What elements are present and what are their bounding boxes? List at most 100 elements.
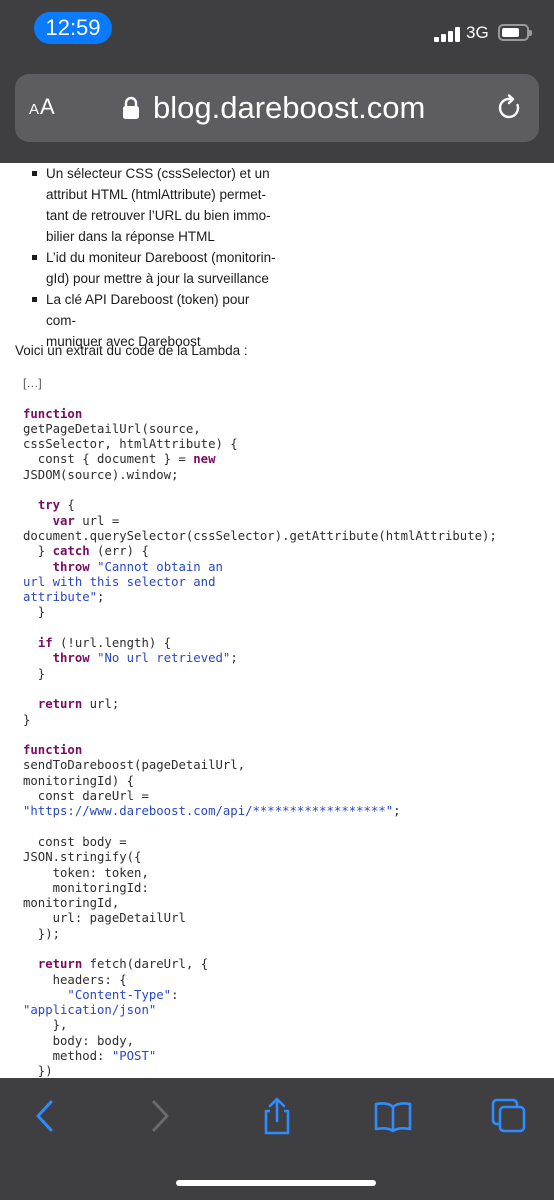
- list-item-line: bilier dans la réponse HTML: [46, 229, 215, 244]
- code-text: JSON.stringify({: [23, 850, 142, 865]
- code-line: token: token,: [23, 866, 553, 881]
- tabs-icon[interactable]: [489, 1096, 529, 1136]
- code-line: attribute";: [23, 590, 553, 605]
- code-keyword: throw: [52, 651, 90, 666]
- code-line: method: "POST": [23, 1049, 553, 1064]
- code-text: :: [171, 987, 179, 1002]
- code-keyword: new: [193, 452, 216, 467]
- code-text: (!url.length) {: [52, 636, 172, 651]
- code-line: throw "No url retrieved";: [23, 651, 553, 666]
- code-text: ;: [230, 651, 238, 666]
- code-line: JSON.stringify({: [23, 850, 553, 865]
- page-content: Un sélecteur CSS (cssSelector) et un attr…: [0, 163, 554, 1078]
- code-text: method:: [23, 1049, 112, 1064]
- code-text: getPageDetailUrl(source,: [23, 421, 201, 436]
- code-line: if (!url.length) {: [23, 636, 553, 651]
- code-line: cssSelector, htmlAttribute) {: [23, 437, 553, 452]
- code-block: […] function getPageDetailUrl(source, cssSe…: [23, 376, 553, 1078]
- code-string: url with this selector and: [23, 574, 216, 589]
- code-line: JSDOM(source).window;: [23, 468, 553, 483]
- code-text: […]: [23, 376, 42, 390]
- code-line: getPageDetailUrl(source,: [23, 422, 553, 437]
- battery-icon: [498, 24, 532, 41]
- code-line: headers: {: [23, 973, 553, 988]
- code-text: ;: [393, 804, 401, 819]
- requirements-list: Un sélecteur CSS (cssSelector) et un attr…: [30, 163, 280, 352]
- code-text: ;: [97, 590, 105, 605]
- code-string: attribute": [23, 590, 98, 605]
- code-text: {: [60, 498, 75, 513]
- back-icon[interactable]: [25, 1096, 65, 1136]
- code-line: body: body,: [23, 1034, 553, 1049]
- code-text: monitoringId:: [23, 880, 149, 895]
- code-text: }: [23, 544, 53, 559]
- reader-options-button[interactable]: AA: [29, 92, 56, 125]
- code-line: var url =: [23, 514, 553, 529]
- code-text: monitoringId,: [23, 896, 120, 911]
- code-string: "POST": [111, 1049, 157, 1064]
- code-line: }: [23, 713, 553, 728]
- code-line: const body =: [23, 835, 553, 850]
- code-keyword: function: [23, 406, 83, 421]
- forward-icon[interactable]: [140, 1096, 180, 1136]
- code-line: },: [23, 1018, 553, 1033]
- code-text: const body =: [23, 834, 127, 849]
- code-line: return url;: [23, 697, 553, 712]
- reload-icon[interactable]: [495, 93, 525, 123]
- code-text: }: [23, 605, 46, 620]
- code-line: function: [23, 407, 553, 422]
- code-line: } catch (err) {: [23, 544, 553, 559]
- code-line: }): [23, 1064, 553, 1078]
- code-line: function: [23, 743, 553, 758]
- code-text: url;: [82, 697, 120, 712]
- code-text: }: [23, 712, 31, 727]
- code-line: const { document } = new: [23, 452, 553, 467]
- code-keyword: return: [37, 697, 83, 712]
- code-string: "application/json": [23, 1003, 157, 1018]
- code-line: "https://www.dareboost.com/api/*********…: [23, 804, 553, 819]
- bookmarks-icon[interactable]: [373, 1096, 413, 1136]
- code-line: "application/json": [23, 1003, 553, 1018]
- url-text[interactable]: blog.dareboost.com: [153, 88, 425, 128]
- code-line: });: [23, 927, 553, 942]
- code-line: […]: [23, 376, 553, 391]
- address-bar[interactable]: AA blog.dareboost.com: [15, 74, 539, 142]
- share-icon[interactable]: [257, 1096, 297, 1136]
- code-text: url =: [74, 513, 120, 528]
- code-text: }): [23, 1064, 53, 1078]
- intro-paragraph: Voici un extrait du code de la Lambda :: [15, 343, 248, 358]
- list-item-line: L’id du moniteur Dareboost (monitorin-: [46, 250, 276, 265]
- code-text: });: [23, 926, 61, 941]
- code-keyword: try: [37, 498, 61, 513]
- signal-strength-icon: [434, 26, 462, 42]
- network-type: 3G: [466, 23, 489, 42]
- code-keyword: function: [23, 743, 83, 758]
- code-text: sendToDareboost(pageDetailUrl,: [23, 758, 246, 773]
- code-string: "Cannot obtain an: [97, 559, 223, 574]
- code-line: sendToDareboost(pageDetailUrl,: [23, 758, 553, 773]
- code-line: throw "Cannot obtain an: [23, 560, 553, 575]
- code-text: fetch(dareUrl, {: [82, 957, 209, 972]
- code-line: monitoringId:: [23, 881, 553, 896]
- browser-bottom-toolbar: [0, 1078, 554, 1200]
- code-text: body: body,: [23, 1033, 135, 1048]
- code-keyword: catch: [52, 544, 90, 559]
- lock-icon: [123, 96, 139, 119]
- code-text: JSDOM(source).window;: [23, 467, 179, 482]
- code-text: cssSelector, htmlAttribute) {: [23, 437, 238, 452]
- code-line: try {: [23, 498, 553, 513]
- list-item-line: attribut HTML (htmlAttribute) permet-: [46, 187, 267, 202]
- browser-top-chrome: 12:59 3G AA blog.dareboost.com: [0, 0, 554, 163]
